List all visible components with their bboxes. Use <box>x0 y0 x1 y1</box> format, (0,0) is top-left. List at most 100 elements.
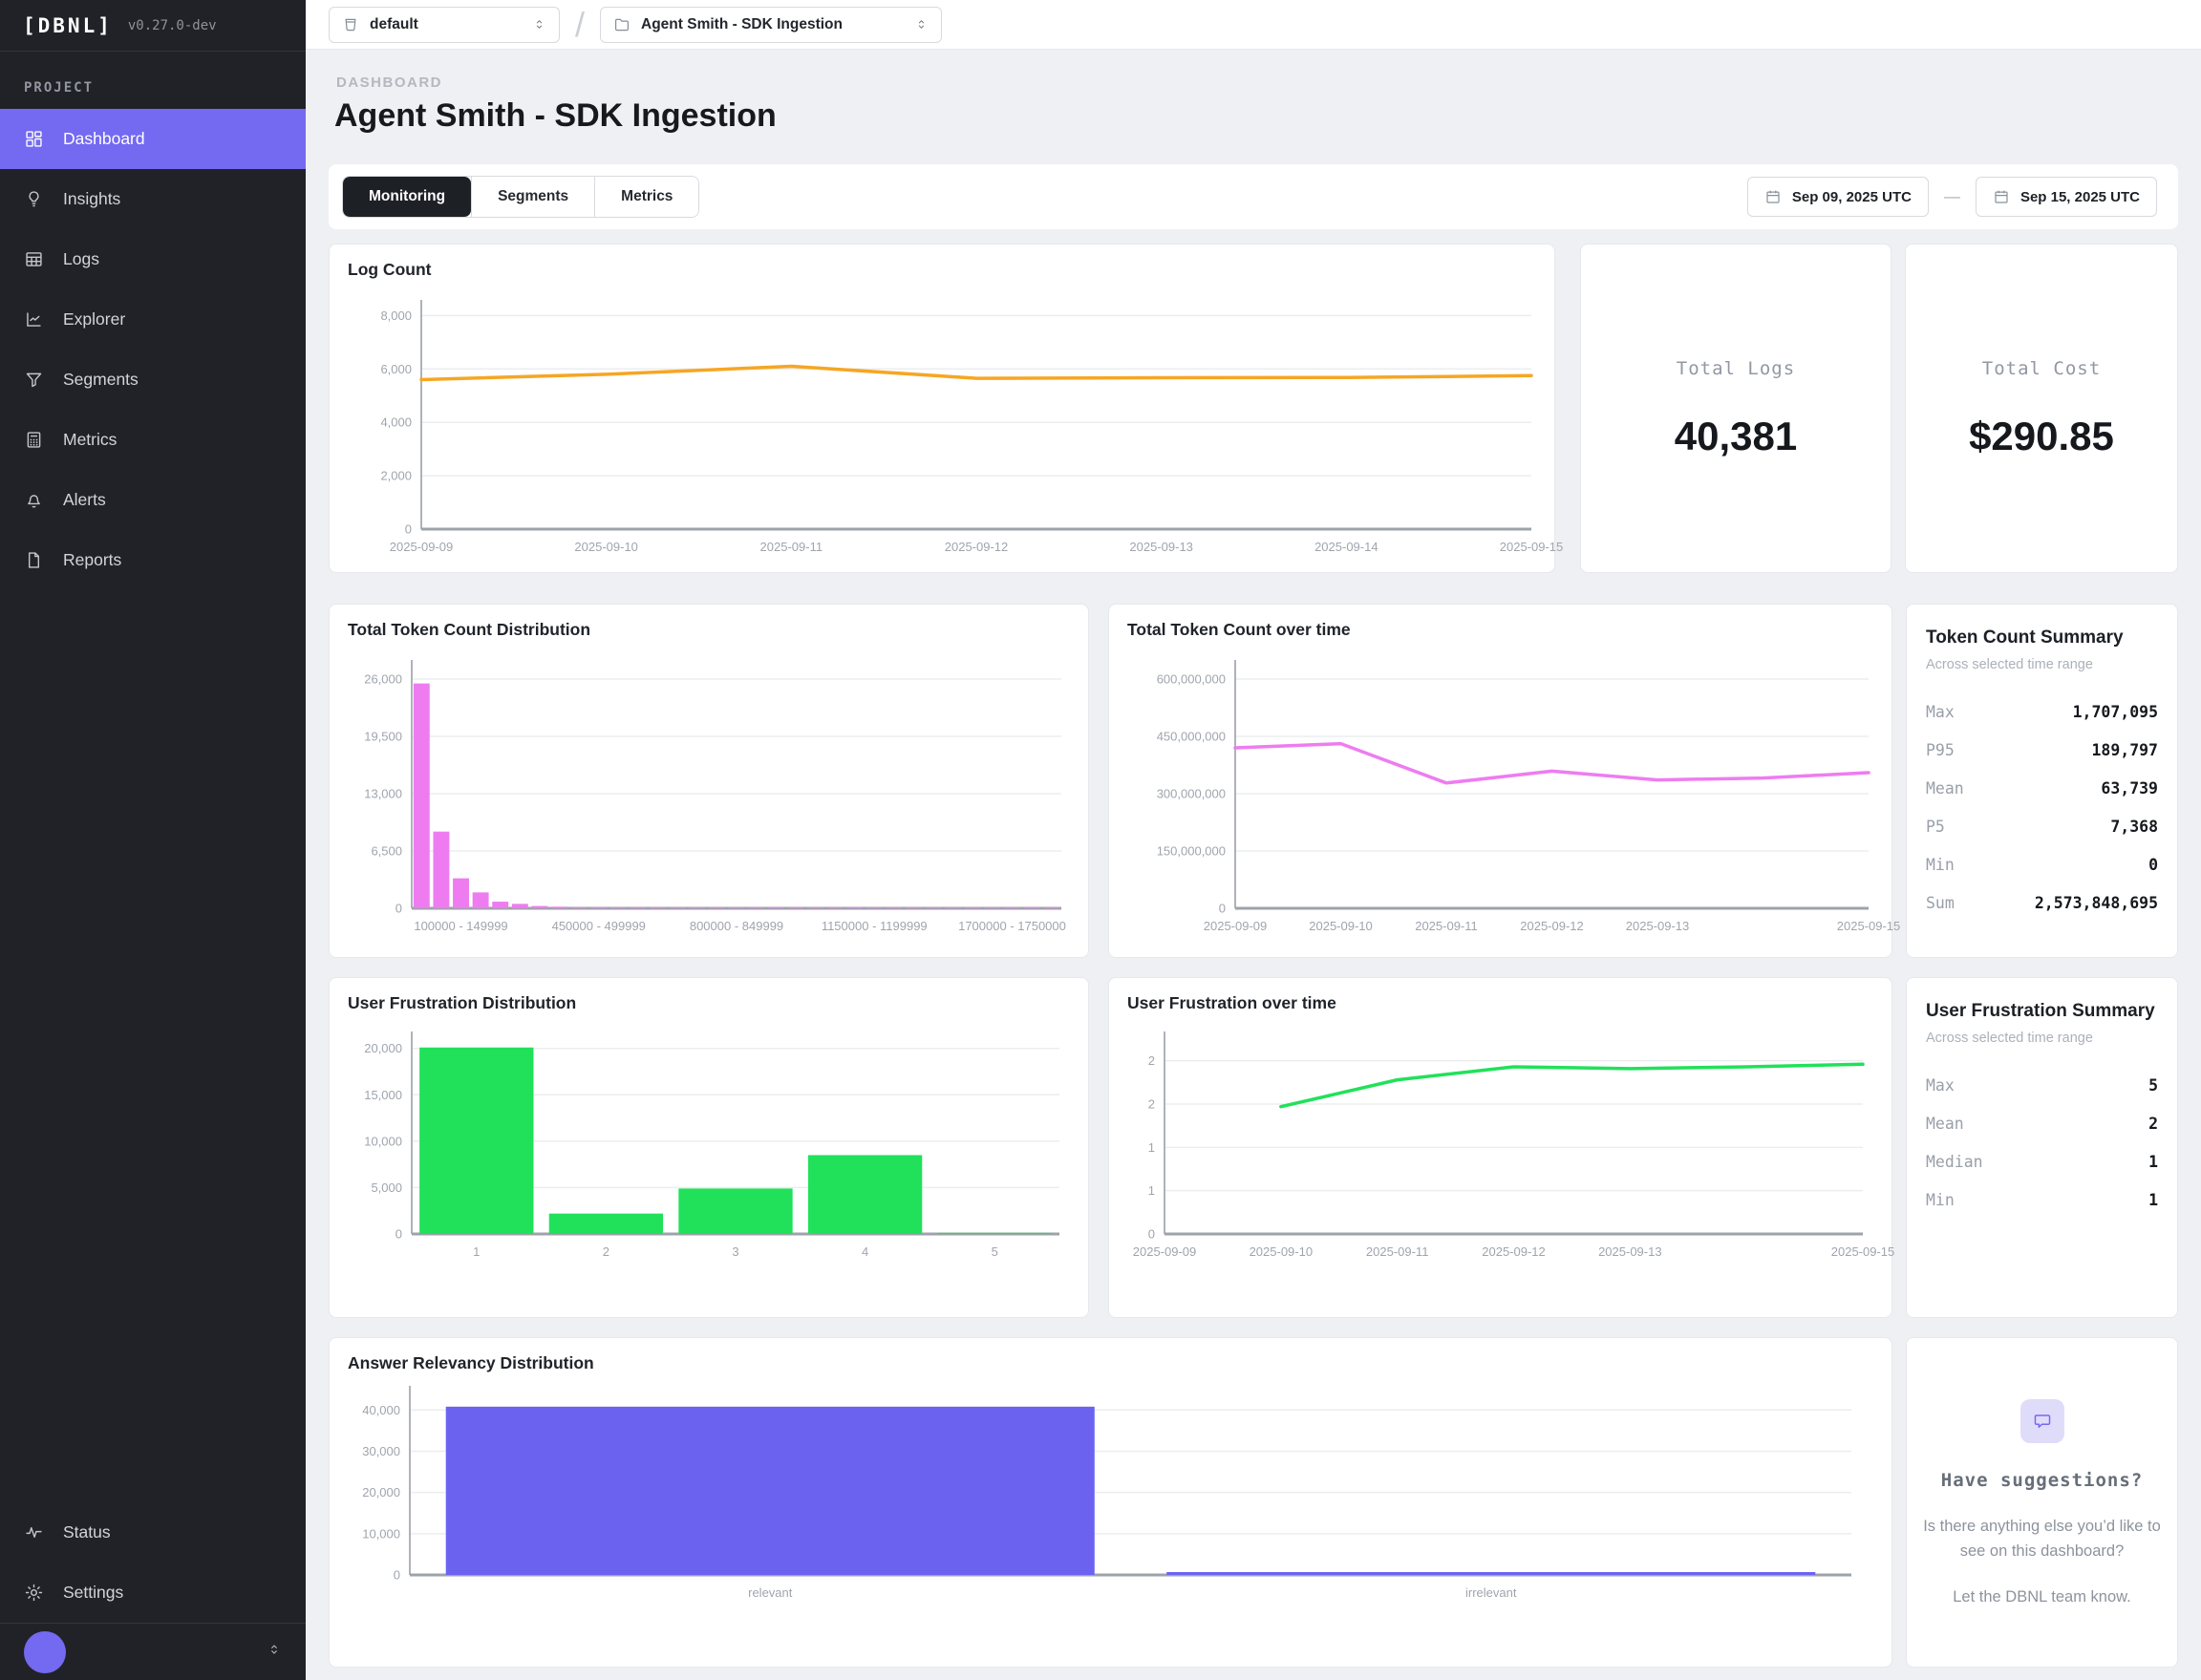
dashboard-icon <box>24 129 45 149</box>
date-start-input[interactable]: Sep 09, 2025 UTC <box>1747 177 1929 217</box>
calculator-icon <box>24 430 45 450</box>
sidebar-item-reports[interactable]: Reports <box>0 530 306 590</box>
toolbar-band: Monitoring Segments Metrics Sep 09, 2025… <box>329 164 2178 229</box>
svg-text:2: 2 <box>1148 1053 1155 1068</box>
svg-text:2: 2 <box>603 1244 609 1259</box>
token-count-distribution-chart: 06,50013,00019,50026,000100000 - 1499994… <box>343 654 1075 946</box>
stat-value: $290.85 <box>1969 414 2114 459</box>
suggestions-title: Have suggestions? <box>1907 1470 2177 1491</box>
tab-monitoring[interactable]: Monitoring <box>343 177 471 217</box>
page-title: Agent Smith - SDK Ingestion <box>334 97 777 135</box>
total-cost-card: Total Cost $290.85 <box>1905 244 2178 573</box>
sidebar-item-metrics[interactable]: Metrics <box>0 410 306 470</box>
svg-text:2025-09-13: 2025-09-13 <box>1626 919 1690 933</box>
svg-text:5: 5 <box>992 1244 998 1259</box>
sidebar-item-dashboard[interactable]: Dashboard <box>0 109 306 169</box>
svg-text:2025-09-11: 2025-09-11 <box>1415 919 1478 933</box>
svg-text:300,000,000: 300,000,000 <box>1157 787 1226 801</box>
svg-text:2025-09-11: 2025-09-11 <box>1366 1244 1429 1259</box>
svg-text:2025-09-14: 2025-09-14 <box>1314 540 1378 554</box>
svg-text:450000 - 499999: 450000 - 499999 <box>552 919 646 933</box>
summary-row: Mean2 <box>1926 1115 2158 1133</box>
svg-text:8,000: 8,000 <box>380 308 412 323</box>
calendar-icon <box>1993 188 2010 205</box>
svg-text:0: 0 <box>1219 902 1226 916</box>
sidebar-item-explorer[interactable]: Explorer <box>0 289 306 350</box>
svg-text:1700000 - 1750000: 1700000 - 1750000 <box>958 919 1066 933</box>
log-count-chart: 02,0004,0006,0008,0002025-09-092025-09-1… <box>347 296 1539 562</box>
svg-text:2025-09-10: 2025-09-10 <box>574 540 638 554</box>
svg-text:5,000: 5,000 <box>371 1180 402 1195</box>
sidebar-item-insights[interactable]: Insights <box>0 169 306 229</box>
sidebar: [DBNL] v0.27.0-dev PROJECT Dashboard Ins… <box>0 0 306 1680</box>
funnel-icon <box>24 370 45 390</box>
summary-rows: Max1,707,095 P95189,797 Mean63,739 P57,3… <box>1926 703 2158 912</box>
user-menu[interactable] <box>0 1623 306 1680</box>
project-select[interactable]: Agent Smith - SDK Ingestion <box>600 7 942 43</box>
summary-row: Min1 <box>1926 1191 2158 1209</box>
svg-text:100000 - 149999: 100000 - 149999 <box>414 919 507 933</box>
svg-text:1: 1 <box>1148 1140 1155 1155</box>
summary-rows: Max5 Mean2 Median1 Min1 <box>1926 1076 2158 1209</box>
project-select-value: Agent Smith - SDK Ingestion <box>641 16 843 33</box>
avatar[interactable] <box>24 1631 66 1673</box>
svg-text:0: 0 <box>395 1227 402 1242</box>
sidebar-item-label: Insights <box>63 189 120 209</box>
chart-title: Log Count <box>348 260 431 280</box>
chevron-up-down-icon <box>267 1642 282 1662</box>
svg-text:40,000: 40,000 <box>362 1403 400 1417</box>
summary-row: P95189,797 <box>1926 741 2158 759</box>
sidebar-item-label: Status <box>63 1522 111 1542</box>
tab-segments[interactable]: Segments <box>471 177 594 217</box>
sidebar-item-logs[interactable]: Logs <box>0 229 306 289</box>
gear-icon <box>24 1583 45 1603</box>
chart-title: Answer Relevancy Distribution <box>348 1353 594 1373</box>
main-content: DASHBOARD Agent Smith - SDK Ingestion Mo… <box>306 50 2201 1680</box>
sidebar-item-alerts[interactable]: Alerts <box>0 470 306 530</box>
svg-text:2025-09-15: 2025-09-15 <box>1500 540 1564 554</box>
svg-text:20,000: 20,000 <box>362 1485 400 1499</box>
sidebar-section-label: PROJECT <box>0 52 306 109</box>
date-range-picker: Sep 09, 2025 UTC — Sep 15, 2025 UTC <box>1747 177 2165 217</box>
svg-text:2025-09-12: 2025-09-12 <box>1482 1244 1546 1259</box>
summary-row: Max5 <box>1926 1076 2158 1095</box>
svg-text:relevant: relevant <box>748 1585 793 1600</box>
breadcrumb: DASHBOARD <box>336 74 442 91</box>
user-frustration-distribution-chart: 05,00010,00015,00020,00012345 <box>343 1028 1075 1276</box>
svg-text:0: 0 <box>394 1568 400 1583</box>
svg-text:2025-09-09: 2025-09-09 <box>390 540 454 554</box>
chat-bubble-icon <box>2020 1399 2064 1443</box>
activity-icon <box>24 1522 45 1542</box>
svg-text:2: 2 <box>1148 1097 1155 1112</box>
svg-text:2025-09-11: 2025-09-11 <box>760 540 823 554</box>
sidebar-item-settings[interactable]: Settings <box>0 1563 306 1623</box>
suggestions-text: Let the DBNL team know. <box>1922 1584 2163 1609</box>
svg-text:800000 - 849999: 800000 - 849999 <box>690 919 783 933</box>
chart-title: Total Token Count over time <box>1127 620 1351 640</box>
chevron-up-down-icon <box>914 17 929 32</box>
namespace-select[interactable]: default <box>329 7 560 43</box>
svg-text:6,500: 6,500 <box>371 844 402 859</box>
svg-text:10,000: 10,000 <box>362 1526 400 1541</box>
breadcrumb-slash: / <box>575 5 585 45</box>
chart-line-icon <box>24 309 45 330</box>
svg-text:20,000: 20,000 <box>364 1041 402 1055</box>
total-logs-card: Total Logs 40,381 <box>1580 244 1891 573</box>
svg-text:600,000,000: 600,000,000 <box>1157 672 1226 687</box>
logo-row: [DBNL] v0.27.0-dev <box>0 0 306 52</box>
topbar: default / Agent Smith - SDK Ingestion <box>306 0 2201 50</box>
summary-title: User Frustration Summary <box>1926 1001 2158 1022</box>
sidebar-item-label: Alerts <box>63 490 106 510</box>
date-start-value: Sep 09, 2025 UTC <box>1792 189 1912 205</box>
tab-metrics[interactable]: Metrics <box>594 177 698 217</box>
svg-text:19,500: 19,500 <box>364 730 402 744</box>
sidebar-item-segments[interactable]: Segments <box>0 350 306 410</box>
sidebar-item-status[interactable]: Status <box>0 1502 306 1563</box>
svg-text:1150000 - 1199999: 1150000 - 1199999 <box>822 919 928 933</box>
suggestions-card: Have suggestions? Is there anything else… <box>1906 1337 2178 1668</box>
calendar-icon <box>1764 188 1782 205</box>
summary-row: Max1,707,095 <box>1926 703 2158 721</box>
svg-text:4,000: 4,000 <box>380 415 412 430</box>
date-end-input[interactable]: Sep 15, 2025 UTC <box>1976 177 2157 217</box>
svg-text:2025-09-09: 2025-09-09 <box>1133 1244 1197 1259</box>
